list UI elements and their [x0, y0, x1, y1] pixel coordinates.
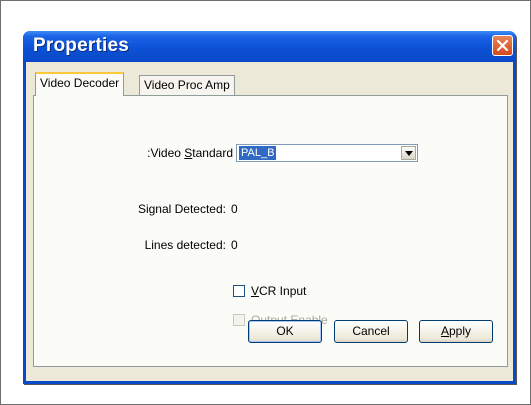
video-standard-label: :Video Standard	[126, 146, 233, 160]
lines-detected-value: 0	[231, 238, 238, 252]
video-standard-label-suffix: tandard	[192, 146, 233, 160]
apply-button-rest: pply	[449, 324, 472, 338]
chevron-down-icon	[405, 151, 413, 156]
vcr-input-label-mnemonic: V	[251, 284, 260, 298]
title-bar[interactable]: Properties	[23, 31, 516, 62]
signal-detected-value: 0	[231, 202, 238, 216]
close-icon	[496, 39, 509, 52]
lines-detected-label: Lines detected:	[144, 238, 226, 252]
signal-detected-label: Signal Detected:	[137, 202, 226, 216]
close-button[interactable]	[492, 35, 513, 56]
video-standard-value: PAL_B	[239, 146, 277, 160]
apply-button-mnemonic: A	[440, 324, 449, 338]
apply-button[interactable]: Apply	[419, 320, 493, 343]
dropdown-button[interactable]	[401, 146, 416, 160]
video-standard-label-prefix: :Video	[147, 146, 185, 160]
video-standard-select[interactable]: PAL_B	[236, 144, 418, 162]
vcr-input-label-rest: CR Input	[259, 284, 307, 298]
cancel-button[interactable]: Cancel	[334, 320, 408, 343]
window-title: Properties	[33, 35, 129, 56]
tab-video-decoder-label: Video Decoder	[40, 76, 120, 90]
tab-video-proc-amp-label: Video Proc Amp	[144, 78, 230, 92]
tab-video-proc-amp[interactable]: Video Proc Amp	[139, 75, 235, 95]
vcr-input-checkbox[interactable]	[233, 285, 245, 297]
output-enable-checkbox[interactable]	[233, 314, 245, 326]
tab-video-decoder[interactable]: Video Decoder	[35, 72, 125, 96]
ok-button[interactable]: OK	[248, 320, 322, 343]
vcr-input-label[interactable]: VCR Input	[251, 284, 306, 298]
